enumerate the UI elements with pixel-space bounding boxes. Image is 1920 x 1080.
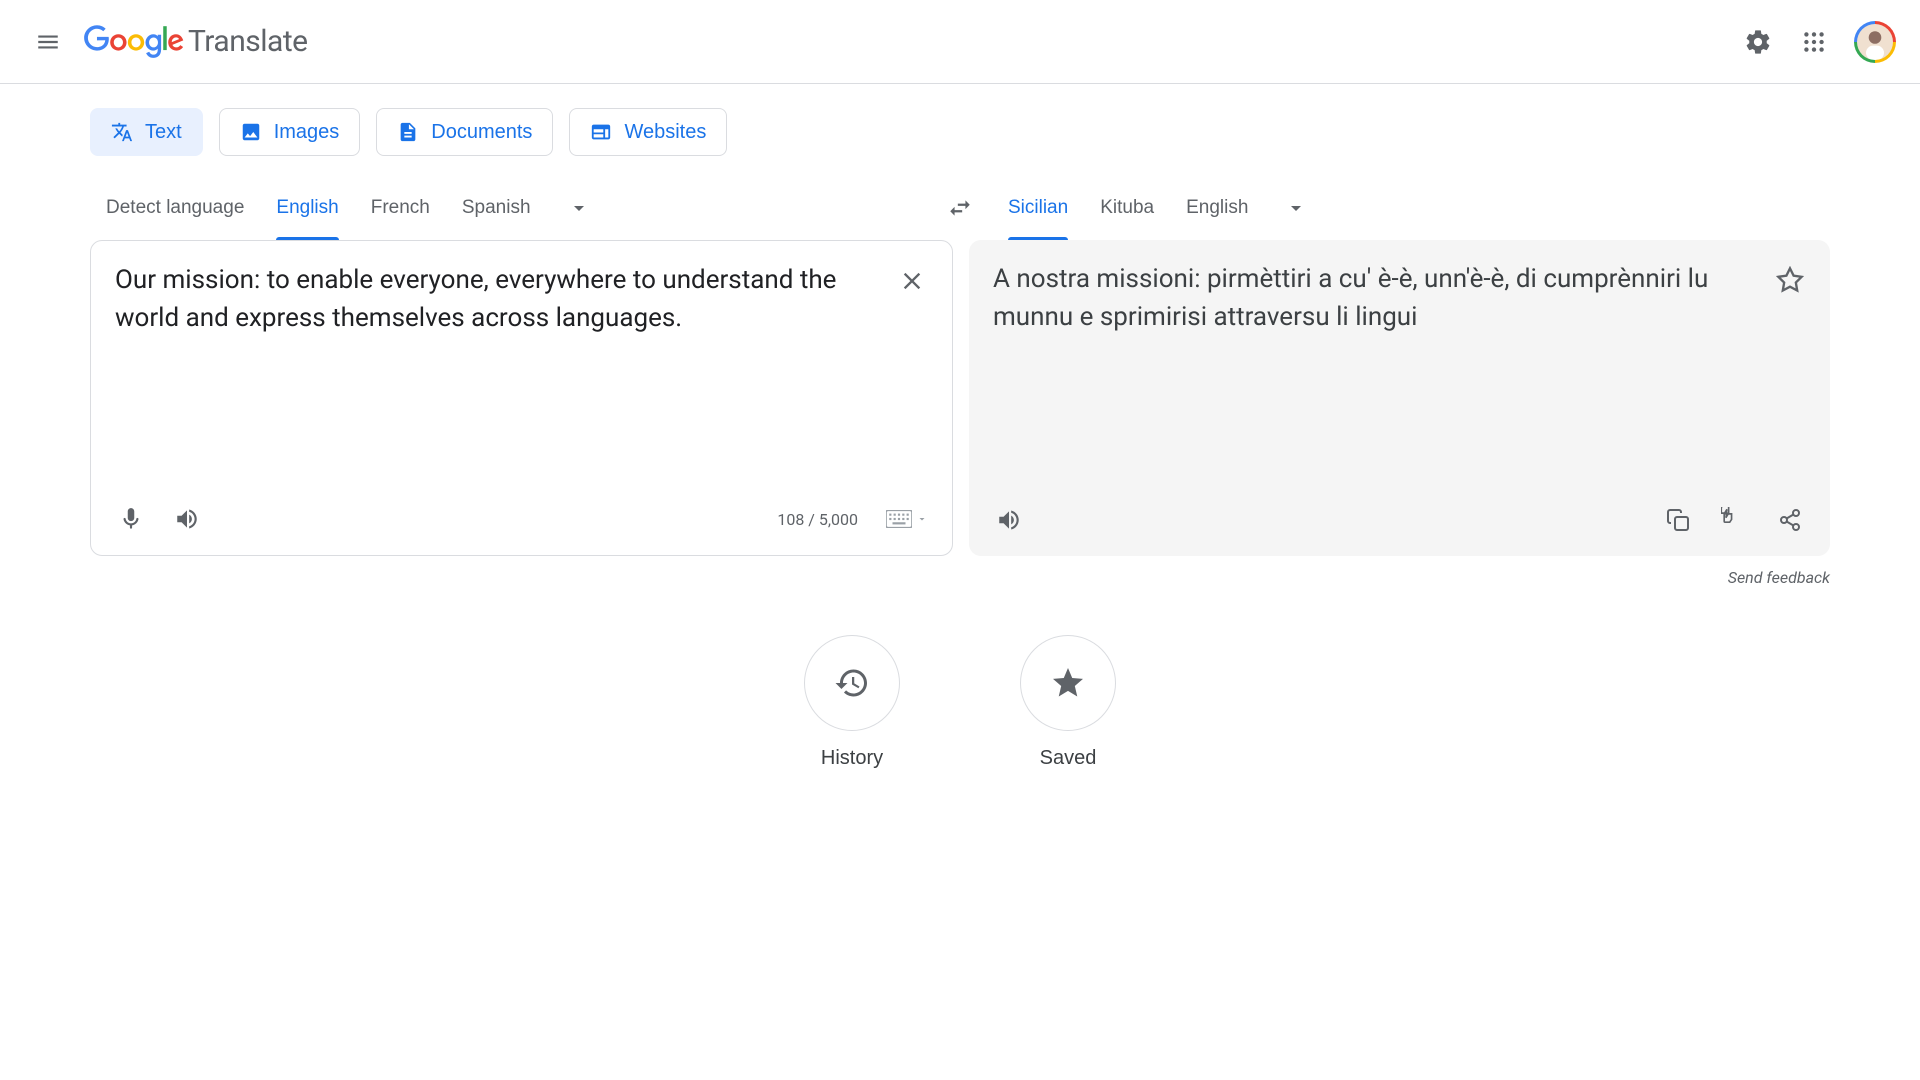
mode-text-label: Text	[145, 121, 182, 144]
source-lang-detect[interactable]: Detect language	[90, 176, 260, 240]
clear-source-button[interactable]	[892, 261, 932, 301]
account-avatar[interactable]	[1854, 21, 1896, 63]
saved-button[interactable]: Saved	[1020, 635, 1116, 770]
google-logo	[84, 25, 184, 59]
mode-websites-label: Websites	[624, 121, 706, 144]
source-panel-footer: 108 / 5,000	[91, 487, 952, 555]
mode-documents[interactable]: Documents	[376, 108, 553, 156]
thumbs-icon	[1721, 507, 1747, 533]
target-panel: A nostra missioni: pirmèttiri a cu' è-è,…	[969, 240, 1830, 556]
apps-button[interactable]	[1790, 18, 1838, 66]
listen-target-button[interactable]	[989, 500, 1029, 540]
target-lang-sicilian[interactable]: Sicilian	[992, 176, 1084, 240]
avatar-image	[1857, 24, 1893, 60]
bottom-actions: History Saved	[90, 635, 1830, 770]
mode-text[interactable]: Text	[90, 108, 203, 156]
logo[interactable]: Translate	[84, 24, 308, 59]
translate-icon	[111, 121, 133, 143]
save-translation-button[interactable]	[1770, 260, 1810, 300]
image-icon	[240, 121, 262, 143]
hamburger-icon	[35, 29, 61, 55]
main-content: Text Images Documents Websites Detect la…	[0, 84, 1920, 770]
main-menu-button[interactable]	[24, 18, 72, 66]
star-outline-icon	[1776, 266, 1804, 294]
microphone-icon	[118, 506, 144, 532]
chevron-down-icon	[1284, 196, 1308, 220]
target-text-output: A nostra missioni: pirmèttiri a cu' è-è,…	[969, 240, 1830, 488]
mode-chips: Text Images Documents Websites	[90, 108, 1830, 156]
speaker-icon	[996, 507, 1022, 533]
keyboard-icon	[886, 510, 912, 528]
copy-translation-button[interactable]	[1658, 500, 1698, 540]
target-lang-side: Sicilian Kituba English	[992, 176, 1830, 240]
target-lang-english[interactable]: English	[1170, 176, 1264, 240]
history-button[interactable]: History	[804, 635, 900, 770]
source-lang-dropdown[interactable]	[555, 184, 603, 232]
document-icon	[397, 121, 419, 143]
apps-grid-icon	[1801, 29, 1827, 55]
input-tools-button[interactable]	[882, 506, 932, 532]
copy-icon	[1666, 508, 1690, 532]
share-translation-button[interactable]	[1770, 500, 1810, 540]
speaker-icon	[174, 506, 200, 532]
star-filled-icon	[1050, 665, 1086, 701]
mode-websites[interactable]: Websites	[569, 108, 727, 156]
settings-button[interactable]	[1734, 18, 1782, 66]
target-panel-footer	[969, 488, 1830, 556]
gear-icon	[1744, 28, 1772, 56]
close-icon	[898, 267, 926, 295]
listen-source-button[interactable]	[167, 499, 207, 539]
history-label: History	[821, 747, 883, 770]
source-lang-spanish[interactable]: Spanish	[446, 176, 547, 240]
mode-images[interactable]: Images	[219, 108, 361, 156]
saved-label: Saved	[1040, 747, 1097, 770]
source-text-input[interactable]: Our mission: to enable everyone, everywh…	[91, 241, 952, 487]
dropdown-arrow-icon	[916, 513, 928, 525]
target-lang-dropdown[interactable]	[1272, 184, 1320, 232]
source-lang-french[interactable]: French	[355, 176, 446, 240]
swap-languages-button[interactable]	[936, 184, 984, 232]
rate-translation-button[interactable]	[1714, 500, 1754, 540]
mode-images-label: Images	[274, 121, 340, 144]
header: Translate	[0, 0, 1920, 84]
translation-panels: Our mission: to enable everyone, everywh…	[90, 240, 1830, 556]
mode-documents-label: Documents	[431, 121, 532, 144]
microphone-button[interactable]	[111, 499, 151, 539]
web-icon	[590, 121, 612, 143]
history-icon	[834, 665, 870, 701]
language-bar: Detect language English French Spanish S…	[90, 176, 1830, 240]
chevron-down-icon	[567, 196, 591, 220]
source-lang-english[interactable]: English	[260, 176, 354, 240]
source-lang-side: Detect language English French Spanish	[90, 176, 928, 240]
send-feedback-link[interactable]: Send feedback	[90, 568, 1830, 587]
target-lang-kituba[interactable]: Kituba	[1084, 176, 1170, 240]
product-name: Translate	[188, 24, 308, 59]
swap-icon	[947, 195, 973, 221]
source-panel: Our mission: to enable everyone, everywh…	[90, 240, 953, 556]
share-icon	[1778, 508, 1802, 532]
character-count: 108 / 5,000	[777, 510, 858, 529]
